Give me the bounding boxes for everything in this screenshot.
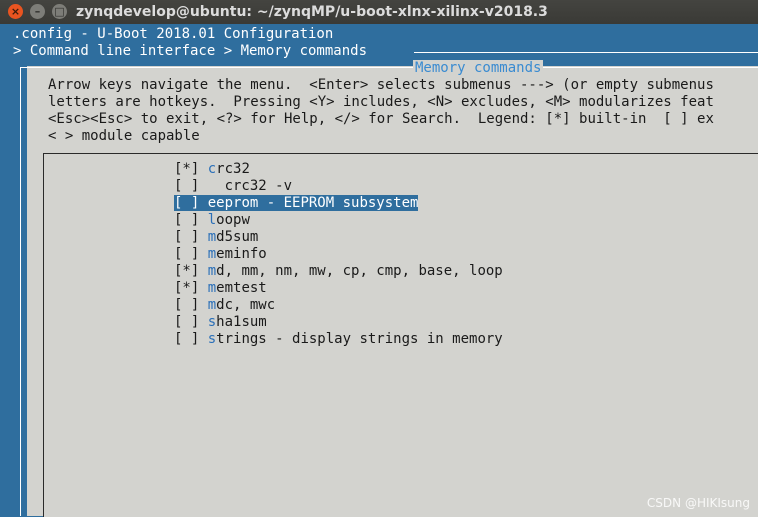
hotkey-letter: m [207,280,217,296]
hotkey-letter: c [207,161,217,177]
maximize-icon[interactable]: □ [52,4,67,19]
menu-item[interactable]: [ ] crc32 -v [174,178,292,195]
item-label: d, mm, nm, mw, cp, cmp, base, loop [216,263,503,279]
menu-item-text: [ ] sha1sum [174,314,267,330]
item-label: rc32 [216,161,250,177]
hotkey-letter: s [207,314,217,330]
dialog-border-top [20,67,758,68]
item-label: emtest [216,280,267,296]
menu-item[interactable]: [ ] loopw [174,212,250,229]
menu-item-text: [ ] meminfo [174,246,267,262]
checkbox-mark: [*] [174,161,208,177]
menu-item-text: [ ] mdc, mwc [174,297,275,313]
hotkey-letter: m [207,229,217,245]
terminal[interactable]: .config - U-Boot 2018.01 Configuration >… [0,24,758,517]
item-label: d5sum [216,229,259,245]
item-label: ha1sum [216,314,267,330]
menu-item-text: [*] md, mm, nm, mw, cp, cmp, base, loop [174,263,503,279]
hotkey-letter: m [207,246,217,262]
menu-item-text: [ ] md5sum [174,229,258,245]
dialog-border-left [20,67,21,516]
hotkey-letter: m [207,297,217,313]
menu-item[interactable]: [*] crc32 [174,161,250,178]
minimize-icon[interactable]: – [30,4,45,19]
checkbox-mark: [ ] [174,314,208,330]
checkbox-mark: [ ] [174,212,208,228]
checkbox-mark: [*] [174,263,208,279]
menu-item-text: [*] memtest [174,280,267,296]
item-label: dc, mwc [216,297,276,313]
breadcrumb: > Command line interface > Memory comman… [13,43,368,59]
checkbox-mark: [ ] [174,195,208,211]
item-label: eprom - EEPROM subsystem [216,195,419,211]
config-title: .config - U-Boot 2018.01 Configuration [13,26,334,42]
menu-item[interactable]: [ ] sha1sum [174,314,267,331]
hotkey-letter: m [207,263,217,279]
window-titlebar: × – □ zynqdevelop@ubuntu: ~/zynqMP/u-boo… [0,0,758,24]
item-label: crc32 -v [224,178,293,194]
item-label: eminfo [216,246,267,262]
help-line: letters are hotkeys. Pressing <Y> includ… [48,94,714,110]
help-line: Arrow keys navigate the menu. <Enter> se… [48,77,714,93]
checkbox-mark: [ ] [174,229,208,245]
menu-item-text: [ ] loopw [174,212,250,228]
menu-item-selected: [ ] eeprom - EEPROM subsystem [174,195,419,211]
item-label: oopw [216,212,250,228]
hotkey-letter: s [207,331,217,347]
help-line: <Esc><Esc> to exit, <?> for Help, </> fo… [48,111,714,127]
hotkey-letter: l [207,212,217,228]
checkbox-mark: [ ] [174,331,208,347]
menu-item[interactable]: [ ] md5sum [174,229,258,246]
hotkey-letter: e [207,195,217,211]
menu-item[interactable]: [ ] eeprom - EEPROM subsystem [174,195,419,212]
menu-item[interactable]: [*] md, mm, nm, mw, cp, cmp, base, loop [174,263,503,280]
menu-item-text: [ ] crc32 -v [174,178,292,194]
menu-item[interactable]: [ ] meminfo [174,246,267,263]
menu-item-text: [ ] strings - display strings in memory [174,331,503,347]
menu-item-text: [*] crc32 [174,161,250,177]
header-separator [414,52,758,53]
help-line: < > module capable [48,128,200,144]
checkbox-mark: [ ] [174,246,208,262]
item-label: trings - display strings in memory [216,331,503,347]
window-title: zynqdevelop@ubuntu: ~/zynqMP/u-boot-xlnx… [76,4,548,20]
menu-item[interactable]: [*] memtest [174,280,267,297]
menu-item[interactable]: [ ] mdc, mwc [174,297,275,314]
checkbox-mark: [ ] [174,297,208,313]
dialog-title: Memory commands [413,60,544,76]
close-icon[interactable]: × [8,4,23,19]
watermark: CSDN @HIKIsung [646,496,750,510]
checkbox-mark: [*] [174,280,208,296]
menu-item[interactable]: [ ] strings - display strings in memory [174,331,503,348]
checkbox-mark: [ ] [174,178,208,194]
